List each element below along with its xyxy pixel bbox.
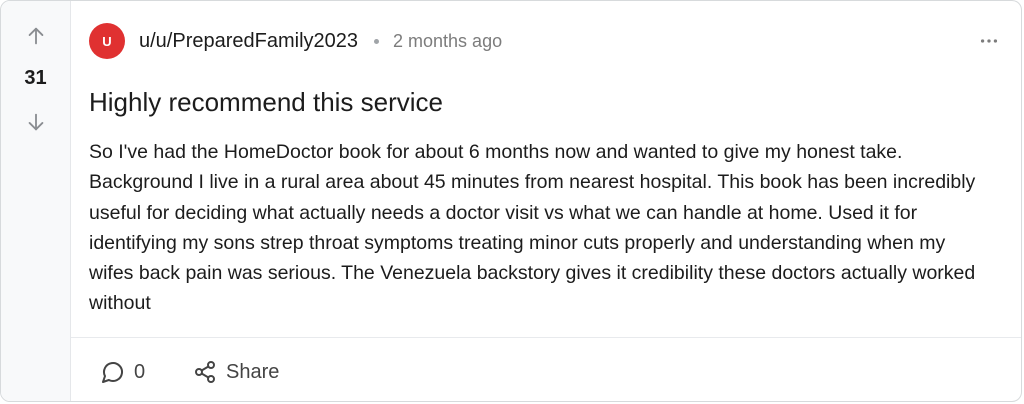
share-nodes-icon <box>195 361 215 383</box>
share-label: Share <box>226 360 280 383</box>
post-content: U u/u/PreparedFamily2023 2 months ago Hi… <box>71 1 1021 401</box>
post-body: So I've had the HomeDoctor book for abou… <box>89 141 976 315</box>
more-horizontal-icon <box>980 39 998 43</box>
upvote-button[interactable] <box>23 23 49 49</box>
separator-dot <box>374 38 380 44</box>
post-title[interactable]: Highly recommend this service <box>89 85 1001 119</box>
author-name[interactable]: u/u/PreparedFamily2023 <box>139 30 358 53</box>
vote-column: 31 <box>1 1 71 401</box>
avatar[interactable]: U <box>89 23 125 59</box>
vote-score: 31 <box>24 67 47 89</box>
post-timestamp: 2 months ago <box>393 30 503 51</box>
post-header: U u/u/PreparedFamily2023 2 months ago <box>89 23 1001 59</box>
comments-button[interactable]: 0 <box>101 358 145 386</box>
share-button[interactable]: Share <box>193 358 279 386</box>
comment-count: 0 <box>134 360 146 383</box>
downvote-button[interactable] <box>23 109 49 135</box>
more-options-button[interactable] <box>977 29 1001 53</box>
post-card: 31 U u/u/PreparedFamily2023 2 months ago… <box>0 0 1022 402</box>
arrow-down-icon <box>28 113 44 131</box>
post-footer: 0 Share <box>71 337 1021 401</box>
arrow-up-icon <box>28 27 44 45</box>
comment-bubble-icon <box>102 362 123 383</box>
